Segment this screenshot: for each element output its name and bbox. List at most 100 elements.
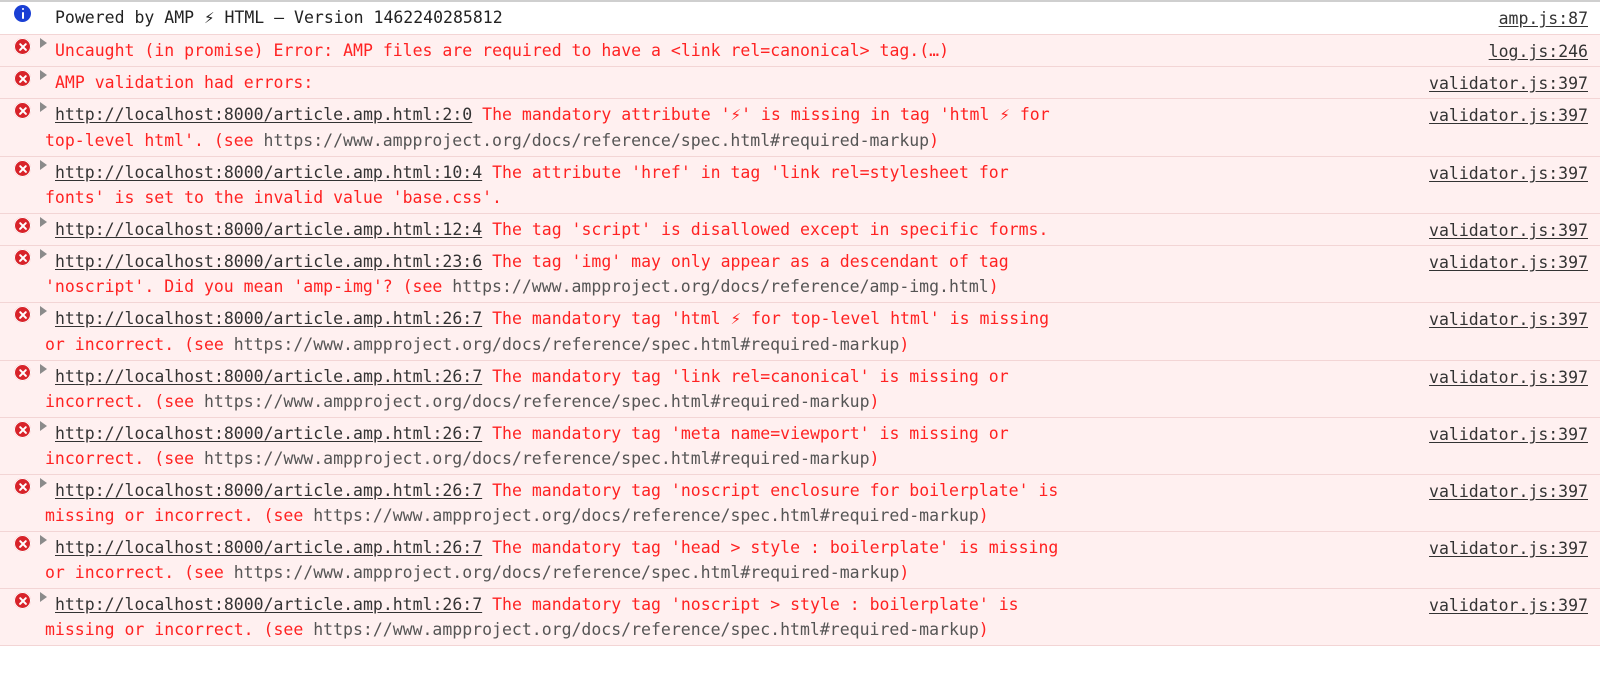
disclosure-triangle-icon[interactable] (40, 38, 47, 48)
console-source-location-link[interactable]: validator.js:397 (1429, 250, 1588, 275)
console-source-url-link[interactable]: http://localhost:8000/article.amp.html:2… (55, 481, 482, 500)
console-text-segment: AMP validation had errors: (55, 73, 314, 92)
console-message-line: Powered by AMP ⚡ HTML – Version 14622402… (14, 5, 1368, 31)
console-text-segment: incorrect. (see (45, 449, 204, 468)
console-text-segment: The mandatory tag 'head > style : boiler… (482, 538, 1059, 557)
console-source-location-link[interactable]: validator.js:397 (1429, 161, 1588, 186)
console-row-error[interactable]: http://localhost:8000/article.amp.html:2… (0, 475, 1600, 532)
console-row-error[interactable]: http://localhost:8000/article.amp.html:2… (0, 246, 1600, 303)
console-text-segment: or incorrect. (see (45, 335, 234, 354)
disclosure-triangle-icon[interactable] (40, 102, 47, 112)
console-message-text: http://localhost:8000/article.amp.html:2… (14, 592, 1368, 642)
console-row-body: http://localhost:8000/article.amp.html:1… (0, 160, 1600, 210)
console-text-segment: ) (899, 563, 910, 582)
console-message-text: AMP validation had errors: (14, 70, 1368, 95)
console-source-location-link[interactable]: validator.js:397 (1429, 365, 1588, 390)
console-source-location-link[interactable]: validator.js:397 (1429, 422, 1588, 447)
console-text-segment: for top-level html' is missing (741, 309, 1050, 328)
console-message-list[interactable]: Powered by AMP ⚡ HTML – Version 14622402… (0, 0, 1600, 646)
console-source-location-link[interactable]: validator.js:397 (1429, 103, 1588, 128)
console-text-segment: missing or incorrect. (see (45, 620, 314, 639)
disclosure-triangle-icon[interactable] (40, 592, 47, 602)
console-text-segment: missing or incorrect. (see (45, 506, 314, 525)
console-source-location-link[interactable]: validator.js:397 (1429, 218, 1588, 243)
disclosure-triangle-icon[interactable] (40, 306, 47, 316)
console-text-segment: or incorrect. (see (45, 563, 234, 582)
console-row-error[interactable]: http://localhost:8000/article.amp.html:2… (0, 99, 1600, 157)
disclosure-triangle-icon[interactable] (40, 478, 47, 488)
console-reference-url: https://www.ampproject.org/docs/referenc… (313, 620, 979, 639)
disclosure-triangle-icon[interactable] (40, 160, 47, 170)
console-message-line: or incorrect. (see https://www.ampprojec… (14, 332, 1368, 357)
console-source-url-link[interactable]: http://localhost:8000/article.amp.html:2… (55, 367, 482, 386)
console-row-error[interactable]: Uncaught (in promise) Error: AMP files a… (0, 35, 1600, 67)
console-reference-url: https://www.ampproject.org/docs/referenc… (313, 506, 979, 525)
console-message-line: or incorrect. (see https://www.ampprojec… (14, 560, 1368, 585)
console-text-segment: The mandatory tag 'link rel=canonical' i… (482, 367, 1009, 386)
console-source-location-link[interactable]: validator.js:397 (1429, 479, 1588, 504)
console-row-error[interactable]: http://localhost:8000/article.amp.html:2… (0, 532, 1600, 589)
console-text-segment: The tag 'img' may only appear as a desce… (482, 252, 1009, 271)
disclosure-triangle-icon[interactable] (40, 364, 47, 374)
console-text-segment: The mandatory attribute ' (472, 105, 731, 124)
console-text-segment: ) (978, 506, 989, 525)
console-message-text: http://localhost:8000/article.amp.html:2… (14, 478, 1368, 528)
console-message-line: top-level html'. (see https://www.amppro… (14, 128, 1368, 153)
console-row-error[interactable]: http://localhost:8000/article.amp.html:1… (0, 157, 1600, 214)
console-row-error[interactable]: http://localhost:8000/article.amp.html:1… (0, 214, 1600, 246)
console-text-segment: The attribute 'href' in tag 'link rel=st… (482, 163, 1009, 182)
console-source-location-link[interactable]: validator.js:397 (1429, 307, 1588, 332)
console-text-segment: The mandatory tag 'noscript > style : bo… (482, 595, 1019, 614)
error-circle-icon (14, 217, 31, 234)
console-message-line: http://localhost:8000/article.amp.html:1… (14, 160, 1368, 185)
console-message-line: http://localhost:8000/article.amp.html:2… (14, 478, 1368, 503)
console-text-segment: incorrect. (see (45, 392, 204, 411)
console-row-body: AMP validation had errors: (0, 70, 1600, 95)
console-row-info[interactable]: Powered by AMP ⚡ HTML – Version 14622402… (0, 2, 1600, 35)
console-message-line: http://localhost:8000/article.amp.html:2… (14, 249, 1368, 274)
disclosure-triangle-icon[interactable] (40, 535, 47, 545)
console-row-body: http://localhost:8000/article.amp.html:2… (0, 421, 1600, 471)
error-circle-icon (14, 421, 31, 438)
console-row-error[interactable]: http://localhost:8000/article.amp.html:2… (0, 589, 1600, 646)
disclosure-triangle-icon[interactable] (40, 217, 47, 227)
console-source-location-link[interactable]: validator.js:397 (1429, 71, 1588, 96)
console-source-url-link[interactable]: http://localhost:8000/article.amp.html:2… (55, 424, 482, 443)
console-row-error[interactable]: http://localhost:8000/article.amp.html:2… (0, 303, 1600, 361)
console-source-location-link[interactable]: log.js:246 (1489, 39, 1588, 64)
console-text-segment: ' is missing in tag 'html (741, 105, 1000, 124)
console-text-segment: ) (929, 131, 940, 150)
console-text-segment: ⚡ (999, 106, 1010, 124)
console-source-location-link[interactable]: validator.js:397 (1429, 593, 1588, 618)
console-row-error[interactable]: http://localhost:8000/article.amp.html:2… (0, 418, 1600, 475)
console-text-segment: Uncaught (in promise) Error: AMP files a… (55, 41, 920, 60)
console-source-url-link[interactable]: http://localhost:8000/article.amp.html:2… (55, 595, 482, 614)
console-row-error[interactable]: http://localhost:8000/article.amp.html:2… (0, 361, 1600, 418)
console-row-body: http://localhost:8000/article.amp.html:2… (0, 592, 1600, 642)
console-row-error[interactable]: AMP validation had errors: validator.js:3… (0, 67, 1600, 99)
disclosure-triangle-icon[interactable] (40, 249, 47, 259)
console-text-segment: ) (978, 620, 989, 639)
console-message-text: http://localhost:8000/article.amp.html:2… (14, 535, 1368, 585)
console-row-body: http://localhost:8000/article.amp.html:2… (0, 102, 1600, 153)
console-row-body: http://localhost:8000/article.amp.html:2… (0, 306, 1600, 357)
console-text-segment: The mandatory tag 'noscript enclosure fo… (482, 481, 1059, 500)
console-row-body: Powered by AMP ⚡ HTML – Version 14622402… (0, 5, 1600, 31)
console-source-location-link[interactable]: validator.js:397 (1429, 536, 1588, 561)
console-source-url-link[interactable]: http://localhost:8000/article.amp.html:2… (55, 309, 482, 328)
error-circle-icon (14, 364, 31, 381)
console-row-body: http://localhost:8000/article.amp.html:2… (0, 364, 1600, 414)
disclosure-triangle-icon[interactable] (40, 421, 47, 431)
console-reference-url: https://www.ampproject.org/docs/referenc… (233, 563, 900, 582)
console-source-url-link[interactable]: http://localhost:8000/article.amp.html:2… (55, 105, 472, 124)
console-source-url-link[interactable]: http://localhost:8000/article.amp.html:2… (55, 252, 482, 271)
console-source-url-link[interactable]: http://localhost:8000/article.amp.html:2… (55, 538, 482, 557)
console-row-body: http://localhost:8000/article.amp.html:2… (0, 535, 1600, 585)
console-row-body: Uncaught (in promise) Error: AMP files a… (0, 38, 1600, 63)
disclosure-triangle-icon[interactable] (40, 70, 47, 80)
console-source-url-link[interactable]: http://localhost:8000/article.amp.html:1… (55, 163, 482, 182)
console-source-url-link[interactable]: http://localhost:8000/article.amp.html:1… (55, 220, 482, 239)
console-source-location-link[interactable]: amp.js:87 (1499, 6, 1588, 31)
error-circle-icon (14, 535, 31, 552)
